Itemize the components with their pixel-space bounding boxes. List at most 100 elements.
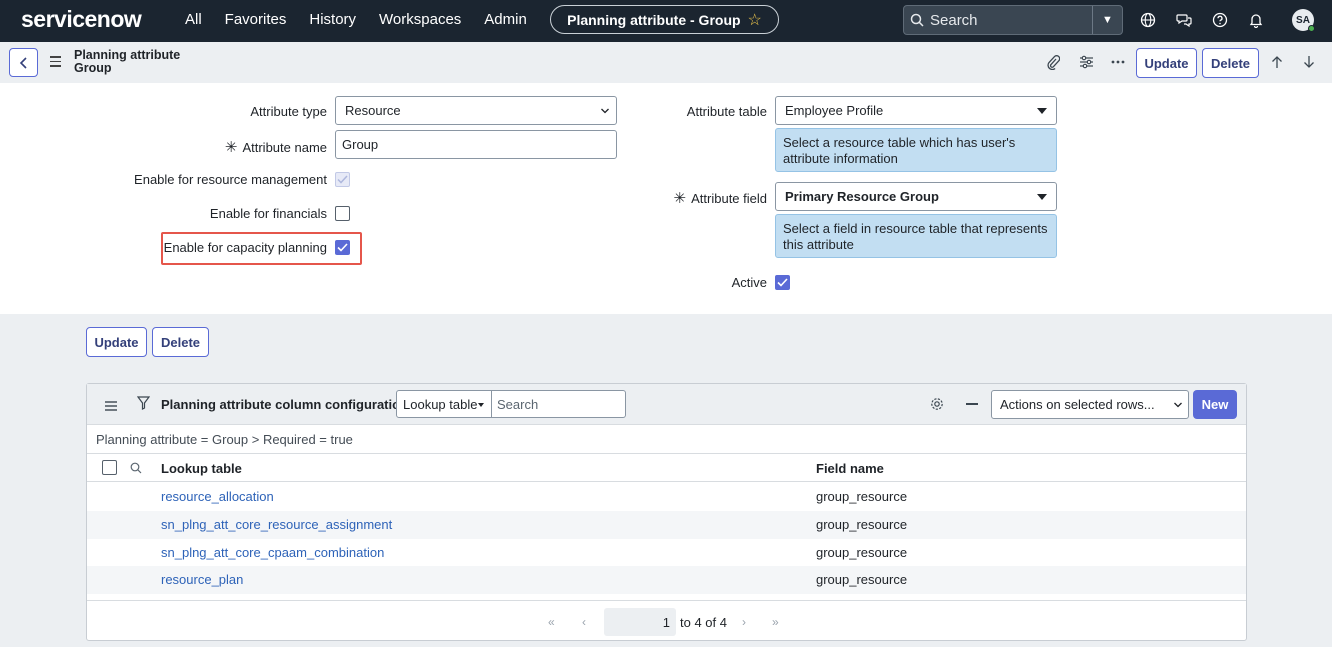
last-page-icon[interactable]: » — [772, 615, 779, 629]
required-asterisk-icon: ✳ — [224, 139, 238, 156]
table-row: resource_allocation group_resource — [87, 483, 1246, 511]
top-navigation-bar: servicenow All Favorites History Workspa… — [0, 0, 1332, 42]
globe-icon[interactable] — [1139, 11, 1157, 29]
bottom-update-button[interactable]: Update — [86, 327, 147, 357]
list-settings-gear-icon[interactable] — [930, 397, 944, 416]
form-context-menu-icon[interactable] — [50, 56, 61, 70]
capacity-planning-checkbox[interactable] — [335, 240, 350, 255]
form-title-line2: Group — [74, 61, 112, 75]
search-icon — [904, 13, 930, 27]
filter-breadcrumb[interactable]: Planning attribute = Group > Required = … — [96, 432, 353, 447]
resource-management-label: Enable for resource management — [134, 172, 327, 187]
bottom-delete-button[interactable]: Delete — [152, 327, 209, 357]
attribute-name-input[interactable]: Group — [335, 130, 617, 159]
row-lookup-table-link[interactable]: sn_plng_att_core_cpaam_combination — [161, 545, 384, 560]
related-list-title: Planning attribute column configurations — [161, 397, 416, 412]
nav-admin[interactable]: Admin — [484, 11, 527, 28]
back-button[interactable] — [9, 48, 38, 77]
row-lookup-table-link[interactable]: sn_plng_att_core_resource_assignment — [161, 517, 392, 532]
page-title: Planning attribute - Group — [567, 11, 741, 28]
list-header-row: Lookup table Field name — [87, 453, 1246, 482]
chevron-down-icon — [1174, 402, 1182, 408]
collapse-minus-icon[interactable] — [966, 403, 978, 405]
attribute-table-select[interactable]: Employee Profile — [775, 96, 1057, 125]
new-record-button[interactable]: New — [1193, 390, 1237, 419]
personalize-sliders-icon[interactable] — [1078, 54, 1094, 70]
related-list-toolbar: Planning attribute column configurations… — [87, 384, 1246, 425]
chevron-left-icon — [19, 56, 27, 69]
help-icon[interactable] — [1211, 11, 1229, 29]
table-row: resource_plan group_resource — [87, 566, 1246, 594]
page-title-pill[interactable]: Planning attribute - Group ☆ — [550, 5, 779, 34]
search-input[interactable]: Search — [930, 12, 1092, 29]
row-lookup-table-link[interactable]: resource_plan — [161, 572, 243, 587]
row-field-name: group_resource — [816, 489, 908, 504]
page-range-text: to 4 of 4 — [680, 615, 727, 630]
attribute-table-label: Attribute table — [686, 104, 767, 119]
servicenow-logo[interactable]: servicenow — [21, 6, 142, 33]
active-checkbox[interactable] — [775, 275, 790, 290]
required-asterisk-icon: ✳ — [673, 190, 687, 207]
table-row: sn_plng_att_core_resource_assignment gro… — [87, 511, 1246, 539]
row-lookup-table-link[interactable]: resource_allocation — [161, 489, 274, 504]
form-title: Planning attribute Group — [74, 49, 180, 75]
caret-down-icon — [1037, 194, 1047, 200]
column-header-lookup-table[interactable]: Lookup table — [161, 461, 242, 476]
active-label: Active — [731, 275, 767, 290]
list-search-field-select[interactable]: Lookup table — [396, 390, 492, 418]
nav-all[interactable]: All — [185, 11, 202, 28]
attribute-type-select[interactable]: Resource — [335, 96, 617, 125]
favorite-star-icon[interactable]: ☆ — [748, 10, 762, 30]
related-list-panel: Planning attribute column configurations… — [86, 383, 1247, 641]
caret-down-icon — [478, 403, 484, 407]
previous-record-arrow-icon[interactable] — [1269, 54, 1285, 70]
page-number-input[interactable]: 1 — [604, 608, 676, 636]
attribute-name-label-wrap: ✳ Attribute name — [180, 138, 327, 156]
nav-favorites[interactable]: Favorites — [225, 11, 287, 28]
header-update-button[interactable]: Update — [1136, 48, 1197, 78]
main-nav-menu: All Favorites History Workspaces Admin — [185, 11, 527, 28]
column-search-icon[interactable] — [130, 461, 142, 479]
notifications-bell-icon[interactable] — [1247, 11, 1265, 29]
pagination-bar: « ‹ 1 to 4 of 4 › » — [87, 600, 1246, 641]
search-scope-dropdown-icon[interactable]: ▼ — [1092, 6, 1122, 34]
paperclip-icon[interactable] — [1045, 54, 1061, 70]
row-field-name: group_resource — [816, 517, 908, 532]
actions-on-selected-rows-select[interactable]: Actions on selected rows... — [991, 390, 1189, 419]
caret-down-icon — [1037, 108, 1047, 114]
select-all-checkbox[interactable] — [102, 460, 117, 475]
chevron-down-icon — [601, 108, 609, 114]
next-record-arrow-icon[interactable] — [1301, 54, 1317, 70]
nav-workspaces[interactable]: Workspaces — [379, 11, 461, 28]
chat-icon[interactable] — [1175, 11, 1193, 29]
actions-select-value: Actions on selected rows... — [1000, 397, 1155, 412]
list-search-input[interactable]: Search — [492, 390, 626, 418]
column-header-field-name[interactable]: Field name — [816, 461, 884, 476]
next-page-icon[interactable]: › — [742, 615, 746, 629]
checkmark-icon — [337, 243, 348, 252]
attribute-field-value: Primary Resource Group — [785, 189, 939, 204]
resource-management-checkbox — [335, 172, 350, 187]
nav-history[interactable]: History — [309, 11, 356, 28]
attribute-table-value: Employee Profile — [785, 103, 884, 118]
table-row: sn_plng_att_core_cpaam_combination group… — [87, 539, 1246, 567]
previous-page-icon[interactable]: ‹ — [582, 615, 586, 629]
first-page-icon[interactable]: « — [548, 615, 555, 629]
attribute-field-label-wrap: ✳ Attribute field — [620, 189, 767, 207]
attribute-type-label: Attribute type — [250, 104, 327, 119]
checkmark-icon — [777, 278, 788, 287]
financials-label: Enable for financials — [209, 206, 327, 221]
attribute-table-hint: Select a resource table which has user's… — [775, 128, 1057, 172]
global-search[interactable]: Search ▼ — [903, 5, 1123, 35]
attribute-field-label: Attribute field — [691, 191, 767, 206]
attribute-field-select[interactable]: Primary Resource Group — [775, 182, 1057, 211]
list-context-menu-icon[interactable] — [105, 398, 117, 416]
filter-funnel-icon[interactable] — [136, 396, 151, 415]
form-header: Planning attribute Group Update Delete — [0, 42, 1332, 83]
attribute-type-value: Resource — [345, 103, 401, 118]
capacity-planning-label: Enable for capacity planning — [163, 240, 327, 255]
financials-checkbox[interactable] — [335, 206, 350, 221]
header-delete-button[interactable]: Delete — [1202, 48, 1259, 78]
more-options-icon[interactable] — [1110, 54, 1126, 70]
attribute-name-label: Attribute name — [242, 140, 327, 155]
